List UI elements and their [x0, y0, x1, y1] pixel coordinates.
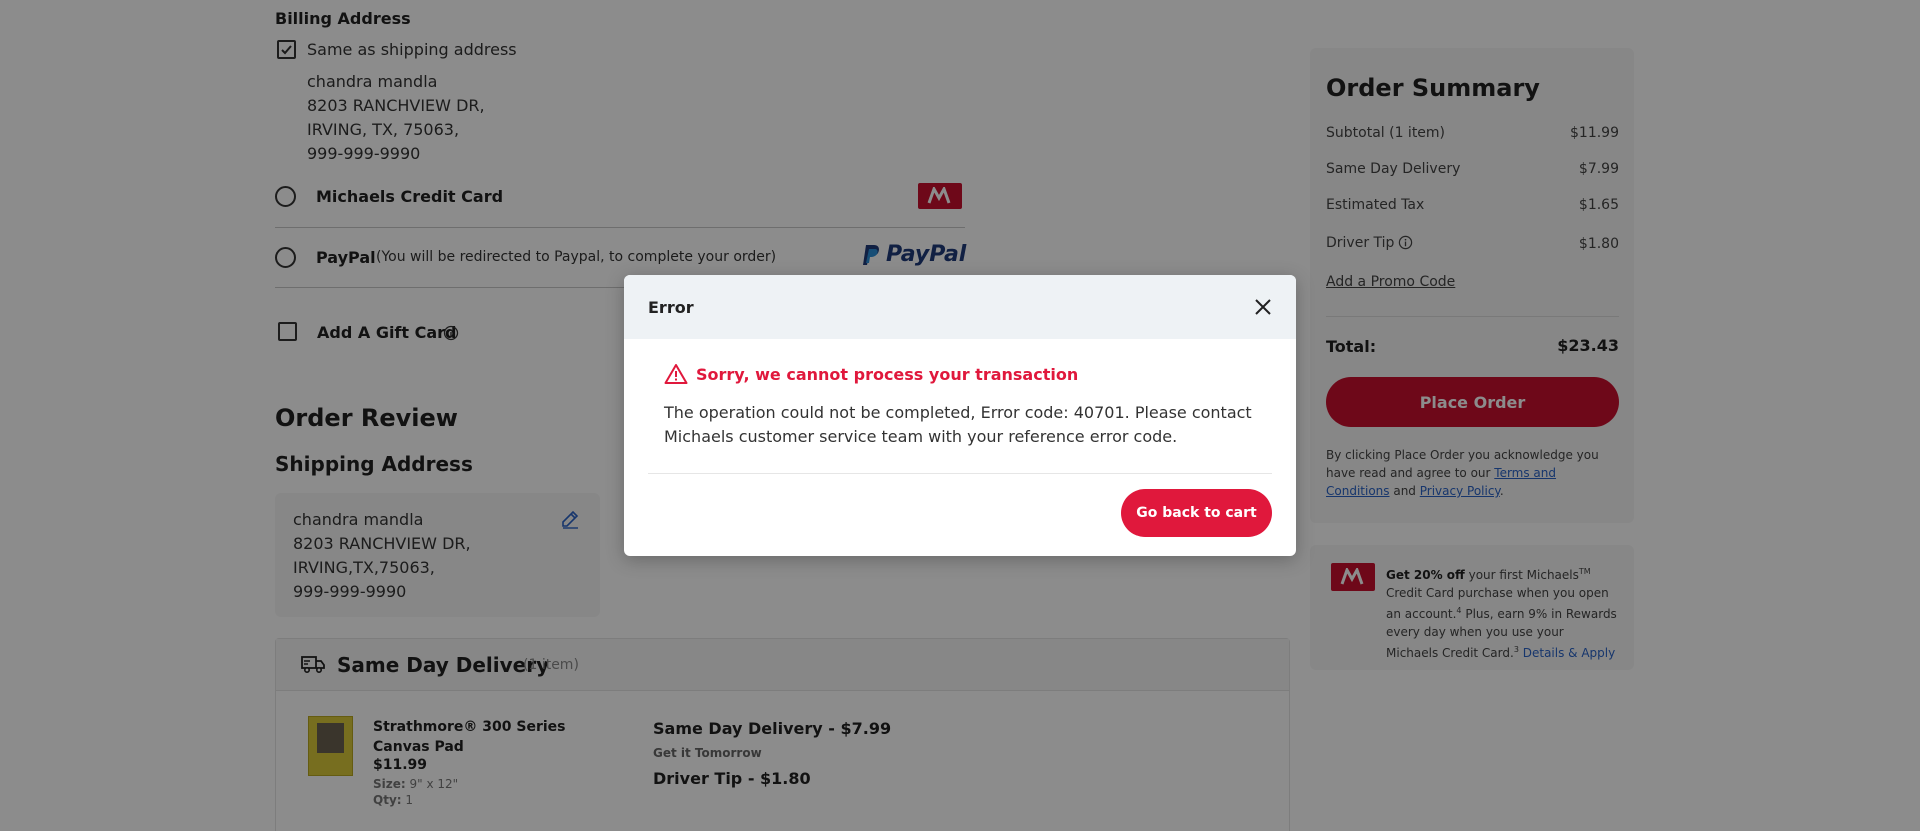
divider — [648, 473, 1272, 474]
error-message: The operation could not be completed, Er… — [664, 403, 1252, 446]
error-modal: Error Sorry, we cannot process your tran… — [624, 275, 1296, 556]
error-title: Sorry, we cannot process your transactio… — [696, 364, 1079, 384]
modal-title: Error — [648, 297, 694, 317]
modal-header: Error — [624, 275, 1296, 339]
warning-icon — [664, 364, 688, 384]
close-icon[interactable] — [1254, 298, 1272, 316]
error-heading: Sorry, we cannot process your transactio… — [664, 363, 1272, 385]
modal-body: Sorry, we cannot process your transactio… — [624, 339, 1296, 449]
go-back-to-cart-button[interactable]: Go back to cart — [1121, 489, 1272, 537]
